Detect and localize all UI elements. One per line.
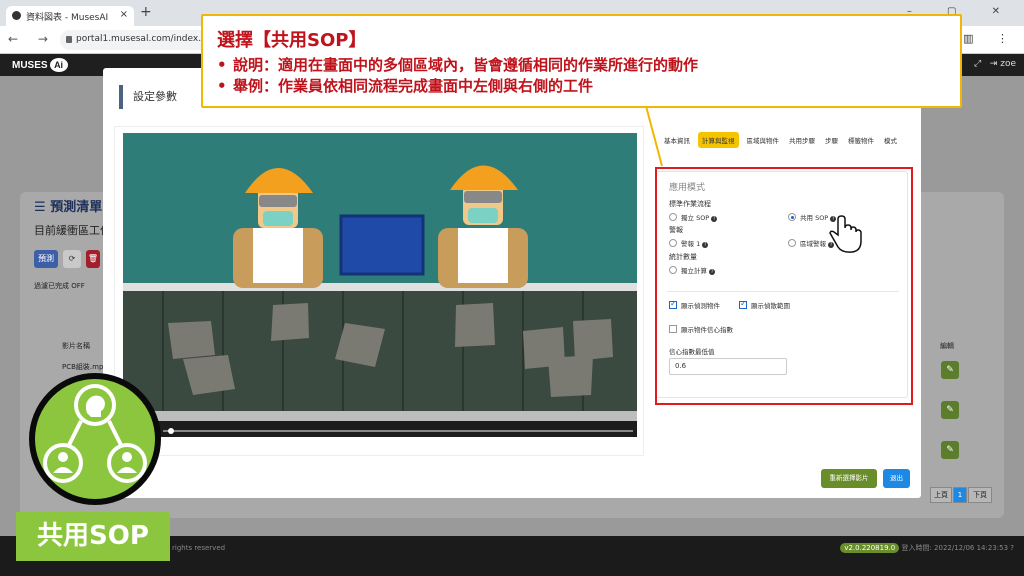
browser-tab[interactable]: 資料図表 - MusesAI × — [6, 6, 134, 26]
table-header-name: 影片名稱 — [62, 342, 90, 350]
callout-bullet: • 說明：適用在畫面中的多個區域內，皆會遵循相同的作業所進行的動作 — [217, 56, 699, 74]
bg-page-subtitle: 目前緩衝區工作 — [34, 224, 111, 237]
shared-sop-label: 共用SOP — [16, 512, 170, 561]
pager-prev[interactable]: 上頁 — [930, 487, 952, 503]
lock-icon — [66, 36, 72, 43]
app-logo[interactable]: MUSES Ai — [12, 58, 68, 72]
shared-sop-icon — [43, 384, 147, 483]
callout-bullet: • 舉例：作業員依相同流程完成畫面中左側與右側的工件 — [217, 77, 594, 95]
tab-label-objects[interactable]: 標籤物件 — [846, 132, 876, 148]
pager-current[interactable]: 1 — [953, 487, 967, 503]
reselect-video-button[interactable]: 重新選擇影片 — [821, 469, 877, 488]
pager-next[interactable]: 下頁 — [968, 487, 992, 503]
logout-icon[interactable]: ⇥ — [990, 59, 998, 69]
tab-compute-monitor[interactable]: 計算與監視 — [698, 132, 739, 148]
tab-shared-steps[interactable]: 共用步驟 — [787, 132, 817, 148]
modal-title: 設定參數 — [119, 85, 177, 109]
refresh-button[interactable]: ⟳ — [63, 250, 81, 268]
factory-illustration — [123, 133, 637, 437]
header-right[interactable]: ⤢ ⇥ zoe — [974, 59, 1016, 69]
predict-button[interactable]: 預測 — [34, 250, 58, 268]
edit-button[interactable]: ✎ — [941, 401, 959, 419]
exit-button[interactable]: 退出 — [883, 469, 910, 488]
table-row-name: PCB組裝.mp — [62, 363, 104, 371]
new-tab-icon[interactable]: + — [140, 4, 152, 20]
tab-steps[interactable]: 步驟 — [823, 132, 840, 148]
callout-heading: 選擇【共用SOP】 — [217, 30, 367, 51]
url-field[interactable]: portal1.musesal.com/index.html#ap — [60, 30, 210, 50]
delete-button[interactable]: 🗑 — [86, 250, 100, 268]
profile-name: zoe — [1000, 59, 1016, 69]
logo-text: MUSES — [12, 60, 48, 71]
last-login: 登入時間: 2022/12/06 14:23:53 — [901, 544, 1009, 552]
tab-mode[interactable]: 模式 — [882, 132, 899, 148]
settings-tabs: 基本資訊 計算與監視 區域與物件 共用步驟 步驟 標籤物件 模式 — [662, 128, 907, 158]
highlight-box — [655, 167, 913, 405]
filter-toggle: OFF — [71, 282, 85, 290]
video-player[interactable] — [123, 133, 637, 437]
bg-page-title: ☰ 預測清單 — [34, 200, 103, 215]
tab-regions-objects[interactable]: 區域與物件 — [745, 132, 782, 148]
close-tab-icon[interactable]: × — [120, 9, 128, 20]
footer-info: v2.0.220819.0 登入時間: 2022/12/06 14:23:53 … — [840, 543, 1014, 553]
version-badge: v2.0.220819.0 — [840, 543, 900, 553]
favicon-icon — [12, 11, 21, 20]
table-header-edit: 編輯 — [940, 342, 954, 350]
url-text: portal1.musesal.com/index.html#ap — [76, 34, 210, 44]
logo-ai: Ai — [49, 58, 68, 72]
footer-copyright: rights reserved — [172, 544, 226, 552]
browser-tab-title: 資料図表 - MusesAI — [26, 13, 109, 23]
video-panel — [114, 126, 644, 456]
callout-connector — [645, 105, 663, 167]
edit-button[interactable]: ✎ — [941, 361, 959, 379]
fullscreen-icon[interactable]: ⤢ — [974, 59, 981, 69]
filter-label: 過濾已完成 OFF — [34, 282, 85, 290]
edit-button[interactable]: ✎ — [941, 441, 959, 459]
annotation-callout: 選擇【共用SOP】 • 說明：適用在畫面中的多個區域內，皆會遵循相同的作業所進行的… — [201, 14, 962, 108]
pointer-hand-icon — [829, 215, 862, 253]
shared-sop-badge — [29, 373, 161, 505]
